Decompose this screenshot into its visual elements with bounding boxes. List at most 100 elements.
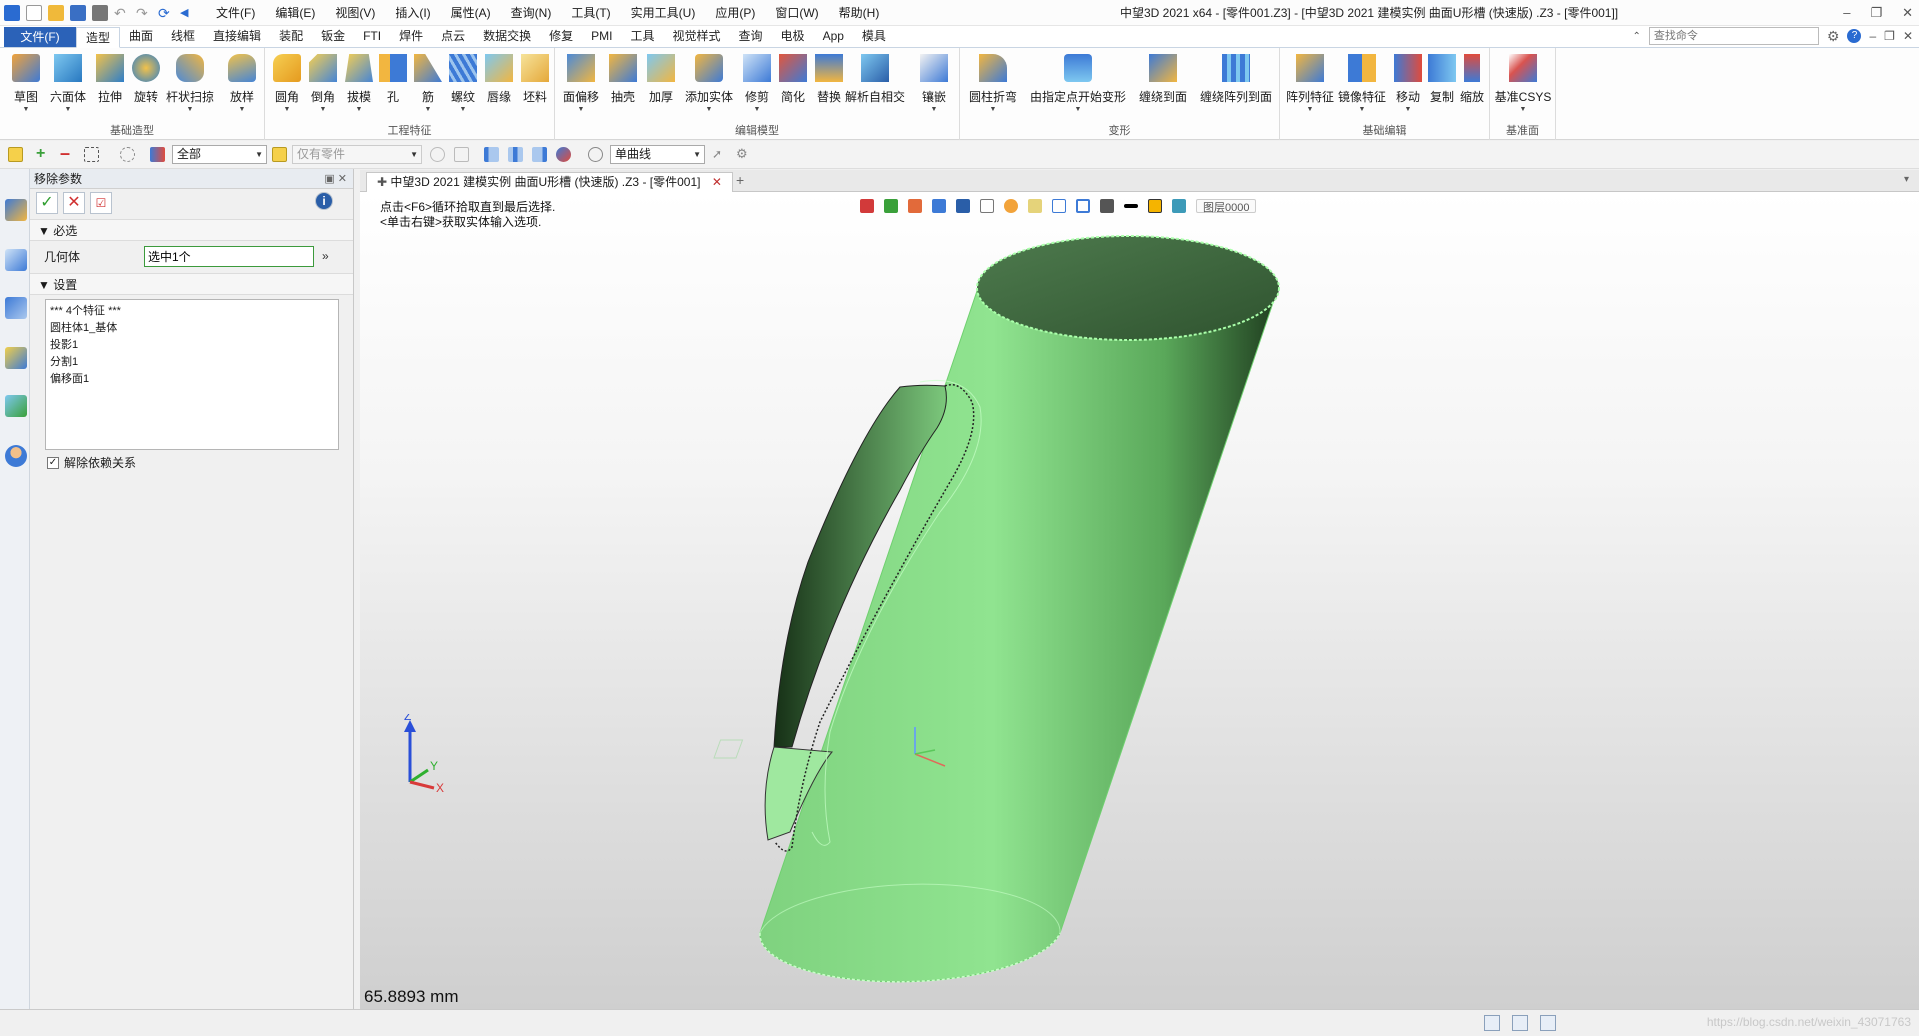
- offset-face-button[interactable]: 面偏移 ▼: [563, 52, 599, 114]
- monitor-icon[interactable]: [1512, 1015, 1528, 1031]
- pick-arrow-icon[interactable]: [8, 147, 23, 162]
- fillet-button[interactable]: 圆角 ▼: [269, 52, 305, 114]
- refresh-icon[interactable]: ⟳: [158, 5, 174, 21]
- tab-point-cloud[interactable]: 点云: [432, 26, 474, 47]
- tab-fti[interactable]: FTI: [354, 26, 390, 47]
- document-tab[interactable]: ✚ 中望3D 2021 建模实例 曲面U形槽 (快速版) .Z3 - [零件00…: [366, 172, 733, 192]
- apply-button[interactable]: ☑: [90, 192, 112, 214]
- ribbon-minimize-icon[interactable]: –: [1869, 29, 1876, 43]
- scale-button[interactable]: 缩放: [1454, 52, 1490, 114]
- revolve-button[interactable]: 旋转: [128, 52, 164, 114]
- mirror-feature-button[interactable]: 镜像特征 ▼: [1338, 52, 1386, 114]
- menu-edit[interactable]: 编辑(E): [265, 0, 325, 26]
- simplify-button[interactable]: 简化: [775, 52, 811, 114]
- settings-section-header[interactable]: ▼ 设置: [30, 273, 353, 295]
- tab-repair[interactable]: 修复: [540, 26, 582, 47]
- required-section-header[interactable]: ▼ 必选: [30, 219, 353, 241]
- tab-dropdown-icon[interactable]: ✚: [377, 175, 387, 189]
- extrude-button[interactable]: 拉伸: [92, 52, 128, 114]
- tab-inquire[interactable]: 查询: [730, 26, 772, 47]
- part-filter-icon[interactable]: [272, 147, 287, 162]
- pattern-feature-button[interactable]: 阵列特征 ▼: [1286, 52, 1334, 114]
- new-file-icon[interactable]: [26, 4, 42, 21]
- help-icon[interactable]: ?: [1847, 29, 1862, 43]
- back-arrow-icon[interactable]: ◀: [180, 5, 196, 21]
- trim-button[interactable]: 修剪 ▼: [739, 52, 775, 114]
- shell-button[interactable]: 抽壳: [605, 52, 641, 114]
- geometry-input[interactable]: [144, 245, 314, 267]
- feature-list[interactable]: *** 4个特征 *** 圆柱体1_基体 投影1 分割1 偏移面1: [45, 299, 339, 450]
- checkbox-checked-icon[interactable]: ✓: [47, 456, 59, 469]
- menu-view[interactable]: 视图(V): [325, 0, 385, 26]
- new-tab-icon[interactable]: +: [736, 172, 744, 188]
- datum-csys-button[interactable]: 基准CSYS ▼: [1495, 52, 1551, 114]
- menu-inquire[interactable]: 查询(N): [501, 0, 562, 26]
- image-library-icon[interactable]: [5, 395, 27, 417]
- part-filter-dropdown[interactable]: 仅有零件 ▼: [292, 145, 422, 164]
- tab-electrode[interactable]: 电极: [772, 26, 814, 47]
- tabs-menu-icon[interactable]: ▾: [1904, 174, 1909, 185]
- restore-icon[interactable]: ❐: [1870, 0, 1882, 26]
- box-button[interactable]: 六面体 ▼: [50, 52, 86, 114]
- expand-chevron-icon[interactable]: »: [322, 249, 329, 263]
- list-item[interactable]: 投影1: [50, 337, 334, 354]
- menu-window[interactable]: 窗口(W): [765, 0, 828, 26]
- rib-button[interactable]: 筋 ▼: [410, 52, 446, 114]
- pick-filter-icon[interactable]: [454, 147, 469, 162]
- user-icon[interactable]: [5, 445, 27, 467]
- list-item[interactable]: 偏移面1: [50, 371, 334, 388]
- wrap-pattern-to-face-button[interactable]: 缠绕阵列到面: [1198, 52, 1274, 114]
- cylinder-model[interactable]: [360, 192, 1919, 1009]
- undo-icon[interactable]: ↶: [114, 5, 130, 21]
- release-dependency-checkbox[interactable]: ✓ 解除依赖关系: [47, 454, 353, 471]
- tab-modeling[interactable]: 造型: [76, 27, 121, 48]
- 3d-viewport[interactable]: 点击<F6>循环拾取直到最后选择. <单击右键>获取实体输入选项. 图层0000: [360, 192, 1919, 1009]
- history-manager-icon[interactable]: [5, 199, 27, 221]
- align-right-icon[interactable]: [532, 147, 547, 162]
- tab-visual-style[interactable]: 视觉样式: [664, 26, 730, 47]
- cursor-icon[interactable]: ➚: [712, 147, 727, 162]
- filter-icon[interactable]: [150, 147, 165, 162]
- chamfer-button[interactable]: 倒角 ▼: [305, 52, 341, 114]
- grid-icon[interactable]: [1540, 1015, 1556, 1031]
- ribbon-close-icon[interactable]: ✕: [1903, 29, 1913, 43]
- feature-tree-icon[interactable]: [5, 297, 27, 319]
- loft-button[interactable]: 放样 ▼: [224, 52, 260, 114]
- add-solid-button[interactable]: 添加实体 ▼: [685, 52, 733, 114]
- tab-direct-edit[interactable]: 直接编辑: [204, 26, 270, 47]
- thread-button[interactable]: 螺纹 ▼: [445, 52, 481, 114]
- save-icon[interactable]: [70, 4, 86, 21]
- deform-from-point-button[interactable]: 由指定点开始变形 ▼: [1028, 52, 1128, 114]
- ok-button[interactable]: ✓: [36, 192, 58, 214]
- tab-weldment[interactable]: 焊件: [390, 26, 432, 47]
- filter-dropdown[interactable]: 全部 ▼: [172, 145, 267, 164]
- close-tab-icon[interactable]: ✕: [712, 175, 722, 189]
- tab-wireframe[interactable]: 线框: [162, 26, 204, 47]
- replace-button[interactable]: 替换: [811, 52, 847, 114]
- lip-button[interactable]: 唇缘: [481, 52, 517, 114]
- file-tab[interactable]: 文件(F): [4, 27, 76, 47]
- lasso-icon[interactable]: [120, 147, 135, 162]
- pick-mode-icon[interactable]: [430, 147, 445, 162]
- resolve-self-intersection-button[interactable]: 解析自相交: [845, 52, 905, 114]
- menu-applications[interactable]: 应用(P): [705, 0, 765, 26]
- command-search-input[interactable]: [1648, 27, 1819, 45]
- chevron-up-icon[interactable]: ⌃: [1633, 31, 1641, 42]
- menu-file[interactable]: 文件(F): [206, 0, 265, 26]
- remove-minus-icon[interactable]: –: [60, 144, 75, 162]
- tab-data-exchange[interactable]: 数据交换: [474, 26, 540, 47]
- menu-attributes[interactable]: 属性(A): [441, 0, 501, 26]
- tab-tools[interactable]: 工具: [622, 26, 664, 47]
- view-manager-icon[interactable]: [5, 347, 27, 369]
- inlay-button[interactable]: 镶嵌 ▼: [916, 52, 952, 114]
- close-icon[interactable]: ✕: [1902, 0, 1913, 26]
- list-item[interactable]: 分割1: [50, 354, 334, 371]
- align-center-icon[interactable]: [508, 147, 523, 162]
- add-plus-icon[interactable]: +: [36, 146, 51, 162]
- open-folder-icon[interactable]: [48, 4, 64, 21]
- thicken-button[interactable]: 加厚: [643, 52, 679, 114]
- tab-assembly[interactable]: 装配: [270, 26, 312, 47]
- assembly-tree-icon[interactable]: [5, 249, 27, 271]
- move-button[interactable]: 移动 ▼: [1390, 52, 1426, 114]
- align-left-icon[interactable]: [484, 147, 499, 162]
